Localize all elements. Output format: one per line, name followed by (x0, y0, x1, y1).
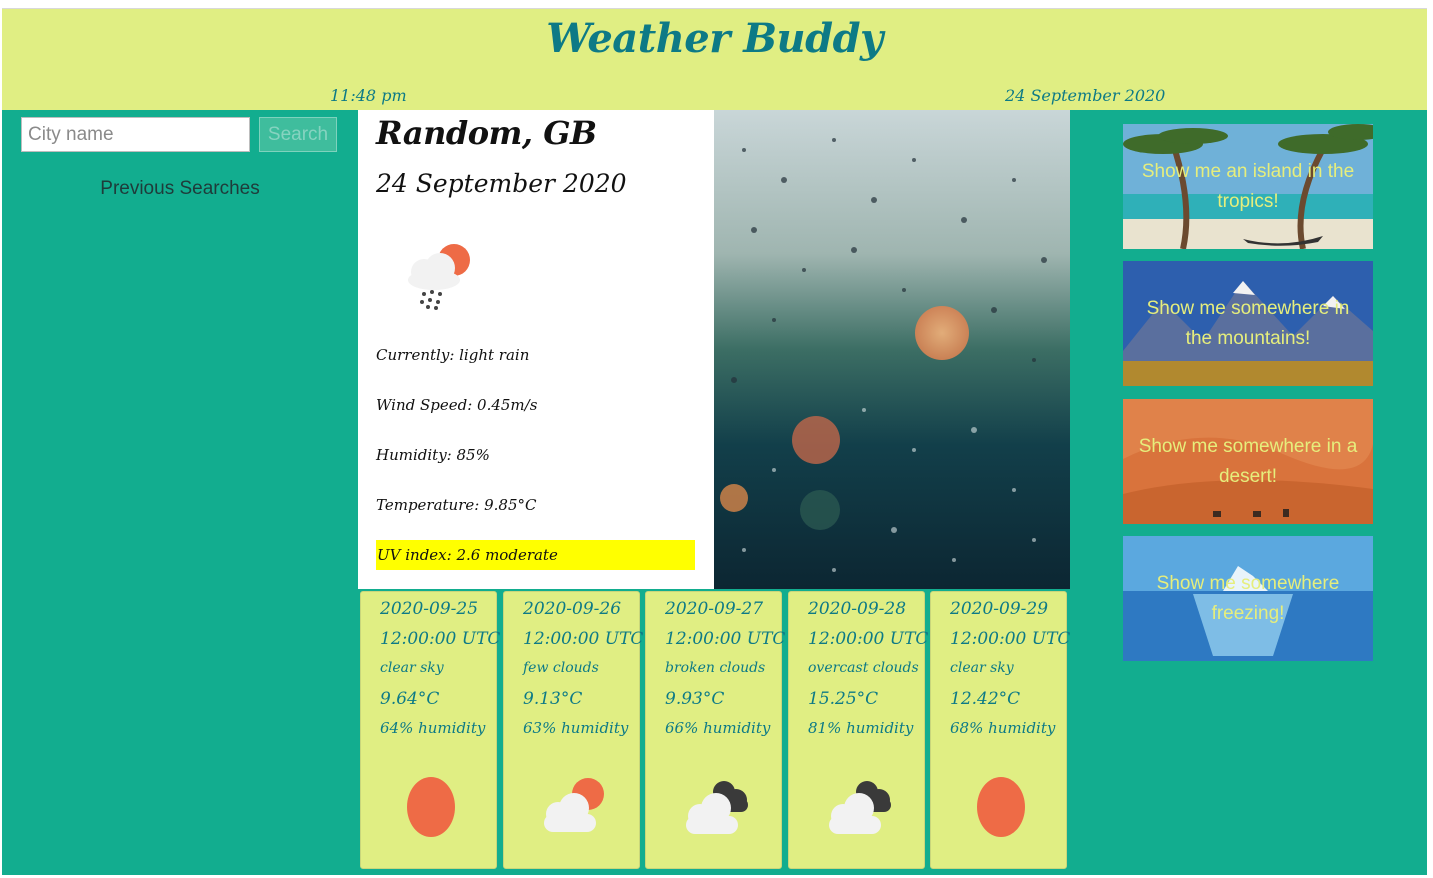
current-date: 24 September 2020 (1005, 86, 1166, 105)
forecast-description: broken clouds (665, 660, 766, 676)
wind-speed: Wind Speed: 0.45m/s (376, 396, 538, 414)
forecast-card: 2020-09-26 12:00:00 UTC few clouds 9.13°… (503, 591, 644, 869)
tile-label: Show me somewhere freezing! (1156, 572, 1340, 624)
weather-description: Currently: light rain (376, 346, 530, 364)
broken-clouds-icon (686, 781, 748, 834)
forecast-time: 12:00:00 UTC (808, 629, 929, 649)
rain-cloud-sun-icon (408, 244, 470, 310)
forecast-time: 12:00:00 UTC (665, 629, 786, 649)
forecast-humidity: 63% humidity (523, 719, 629, 737)
forecast-humidity: 68% humidity (950, 719, 1056, 737)
overcast-clouds-icon (829, 781, 891, 834)
forecast-time: 12:00:00 UTC (380, 629, 501, 649)
temperature: Temperature: 9.85°C (376, 496, 537, 514)
forecast-time: 12:00:00 UTC (523, 629, 644, 649)
forecast-description: clear sky (950, 660, 1014, 676)
forecast-temperature: 12.42°C (950, 689, 1021, 709)
forecast-humidity: 81% humidity (808, 719, 914, 737)
desert-button[interactable]: Show me somewhere in a desert! (1123, 399, 1373, 524)
forecast-date: 2020-09-27 (665, 599, 764, 619)
sun-icon (407, 777, 455, 837)
forecast-description: clear sky (380, 660, 444, 676)
forecast-time: 12:00:00 UTC (950, 629, 1071, 649)
sun-icon (977, 777, 1025, 837)
forecast-description: overcast clouds (808, 660, 919, 676)
forecast-card: 2020-09-25 12:00:00 UTC clear sky 9.64°C… (360, 591, 501, 869)
tropical-island-button[interactable]: Show me an island in the tropics! (1123, 124, 1373, 249)
city-name: Random, GB (376, 114, 597, 152)
tile-label: Show me an island in the tropics! (1141, 160, 1355, 212)
app-frame: Weather Buddy 11:48 pm 24 September 2020… (2, 8, 1427, 875)
rain-window-photo (714, 110, 1070, 589)
forecast-temperature: 9.13°C (523, 689, 583, 709)
forecast-humidity: 64% humidity (380, 719, 486, 737)
forecast-date: 2020-09-29 (950, 599, 1049, 619)
forecast-description: few clouds (523, 660, 599, 676)
forecast-date: 2020-09-25 (380, 599, 479, 619)
search-button[interactable]: Search (259, 117, 337, 152)
forecast-card: 2020-09-29 12:00:00 UTC clear sky 12.42°… (930, 591, 1071, 869)
freezing-place-button[interactable]: Show me somewhere freezing! (1123, 536, 1373, 661)
tile-label: Show me somewhere in the mountains! (1146, 297, 1350, 349)
partly-cloudy-icon (544, 778, 604, 832)
forecast-temperature: 9.64°C (380, 689, 440, 709)
uv-index-badge: UV index: 2.6 moderate (376, 540, 695, 570)
app-header: Weather Buddy 11:48 pm 24 September 2020 (2, 9, 1427, 110)
forecast-date: 2020-09-26 (523, 599, 622, 619)
forecast-temperature: 15.25°C (808, 689, 879, 709)
tile-label: Show me somewhere in a desert! (1138, 435, 1358, 487)
weather-date: 24 September 2020 (376, 169, 627, 198)
forecast-humidity: 66% humidity (665, 719, 771, 737)
mountains-button[interactable]: Show me somewhere in the mountains! (1123, 261, 1373, 386)
forecast-card: 2020-09-28 12:00:00 UTC overcast clouds … (788, 591, 929, 869)
forecast-date: 2020-09-28 (808, 599, 907, 619)
forecast-temperature: 9.93°C (665, 689, 725, 709)
current-weather-card: Random, GB 24 September 2020 Currently: … (358, 110, 714, 589)
humidity: Humidity: 85% (376, 446, 490, 464)
previous-searches-heading: Previous Searches (100, 178, 260, 199)
forecast-card: 2020-09-27 12:00:00 UTC broken clouds 9.… (645, 591, 786, 869)
current-time: 11:48 pm (330, 86, 407, 105)
city-search-input[interactable] (21, 117, 250, 152)
app-title: Weather Buddy (546, 15, 883, 62)
